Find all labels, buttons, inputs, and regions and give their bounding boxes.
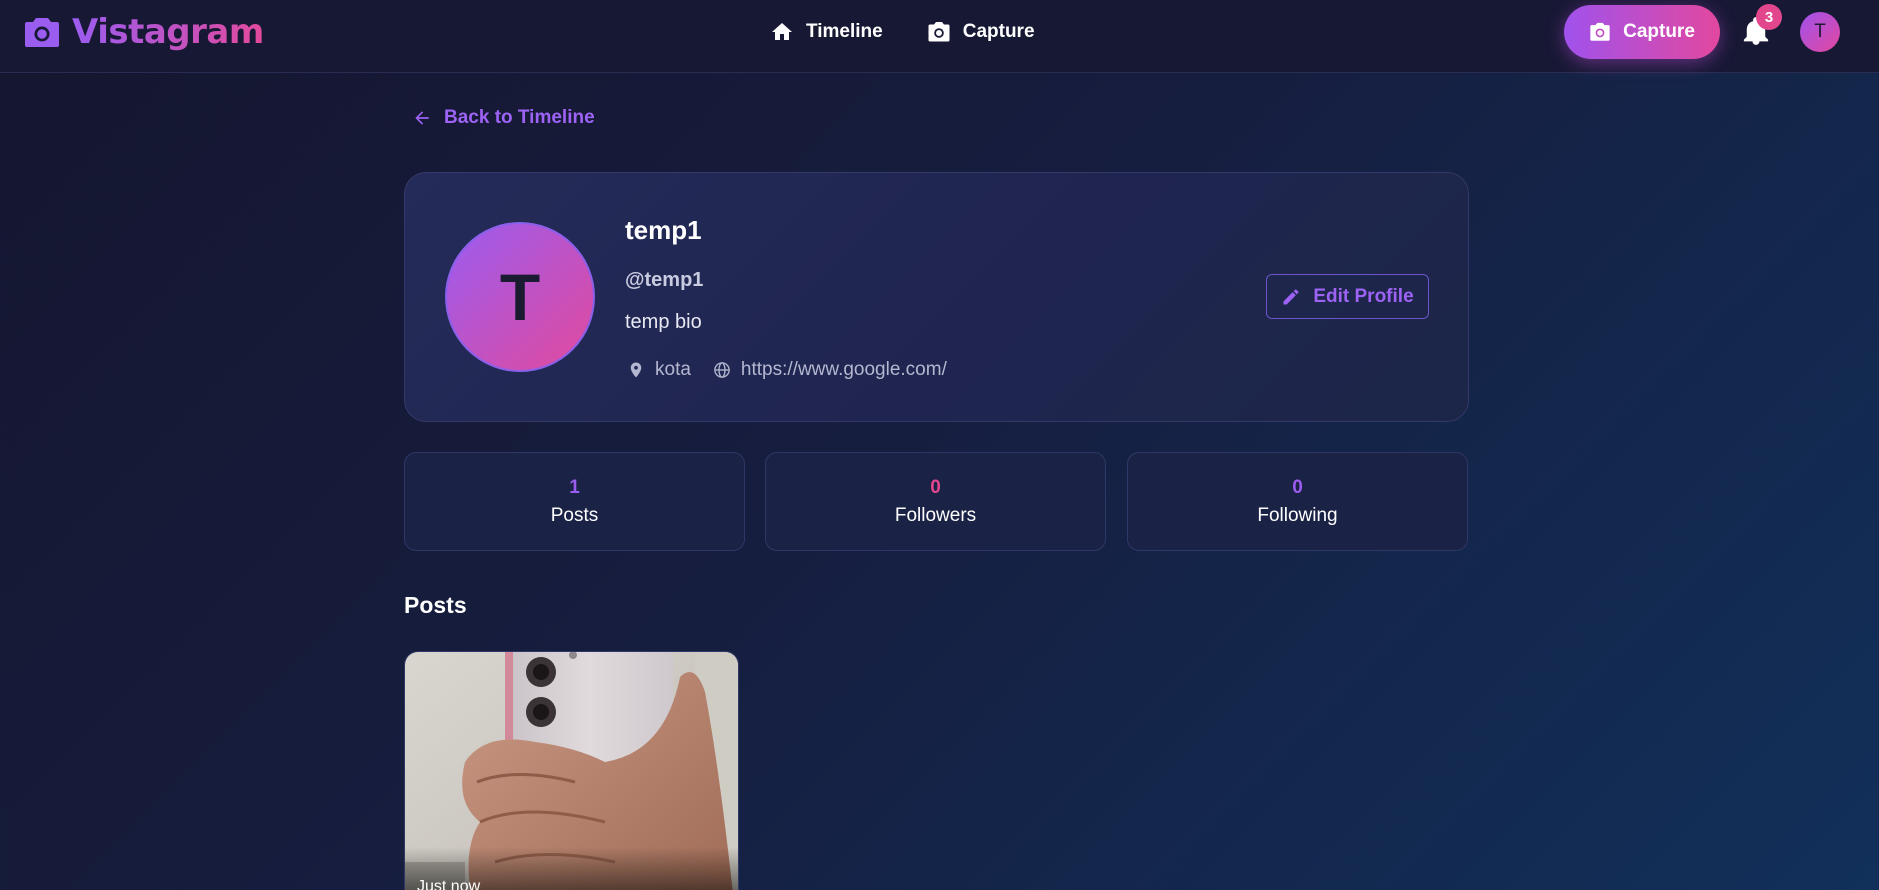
- home-icon: [772, 23, 792, 40]
- profile-location-text: kota: [655, 359, 691, 380]
- stat-followers[interactable]: 0 Followers: [765, 452, 1106, 551]
- profile-avatar: T: [445, 222, 595, 372]
- top-navbar: Vistagram Timeline Capture Capture 3 T: [0, 0, 1879, 73]
- camera-icon: [25, 18, 59, 47]
- posts-section-heading: Posts: [404, 592, 467, 618]
- profile-website-link[interactable]: https://www.google.com/: [713, 359, 947, 381]
- stat-following-value: 0: [1292, 476, 1303, 498]
- stat-followers-value: 0: [930, 476, 941, 498]
- pencil-icon: [1283, 289, 1299, 304]
- stat-following-label: Following: [1257, 504, 1338, 526]
- nav-capture-label: Capture: [962, 21, 1035, 42]
- profile-name: temp1: [625, 215, 702, 245]
- edit-profile-button[interactable]: Edit Profile: [1266, 274, 1429, 319]
- capture-button-label: Capture: [1623, 21, 1695, 42]
- nav-timeline-label: Timeline: [806, 21, 883, 42]
- app-logo[interactable]: Vistagram: [24, 12, 264, 52]
- back-link-label: Back to Timeline: [444, 107, 595, 128]
- profile-bio: temp bio: [625, 311, 702, 333]
- back-to-timeline-link[interactable]: Back to Timeline: [412, 106, 595, 130]
- edit-profile-label: Edit Profile: [1313, 285, 1414, 307]
- app-name: Vistagram: [72, 12, 264, 52]
- camera-icon: [1590, 22, 1610, 41]
- profile-handle: @temp1: [625, 269, 704, 291]
- globe-icon: [714, 362, 730, 378]
- nav-timeline-link[interactable]: Timeline: [770, 20, 883, 44]
- location-pin-icon: [630, 362, 642, 378]
- post-photo: [405, 652, 738, 890]
- capture-button[interactable]: Capture: [1564, 5, 1720, 59]
- camera-icon: [928, 22, 950, 42]
- stat-following[interactable]: 0 Following: [1127, 452, 1468, 551]
- main-nav: Timeline Capture: [770, 18, 1035, 46]
- profile-card: T temp1 @temp1 temp bio kota https://www…: [404, 172, 1469, 422]
- user-avatar[interactable]: T: [1800, 12, 1840, 52]
- profile-location: kota: [627, 359, 691, 381]
- notification-count-badge: 3: [1756, 4, 1782, 30]
- stat-followers-label: Followers: [894, 504, 977, 526]
- profile-website-text: https://www.google.com/: [740, 359, 947, 380]
- post-timestamp: Just now: [417, 878, 481, 890]
- stat-posts[interactable]: 1 Posts: [404, 452, 745, 551]
- stat-posts-value: 1: [569, 476, 580, 498]
- post-card[interactable]: Just now: [404, 651, 739, 890]
- nav-capture-link[interactable]: Capture: [927, 20, 1035, 44]
- arrow-left-icon: [415, 111, 429, 125]
- stat-posts-label: Posts: [550, 504, 599, 526]
- profile-meta: kota https://www.google.com/: [627, 358, 947, 382]
